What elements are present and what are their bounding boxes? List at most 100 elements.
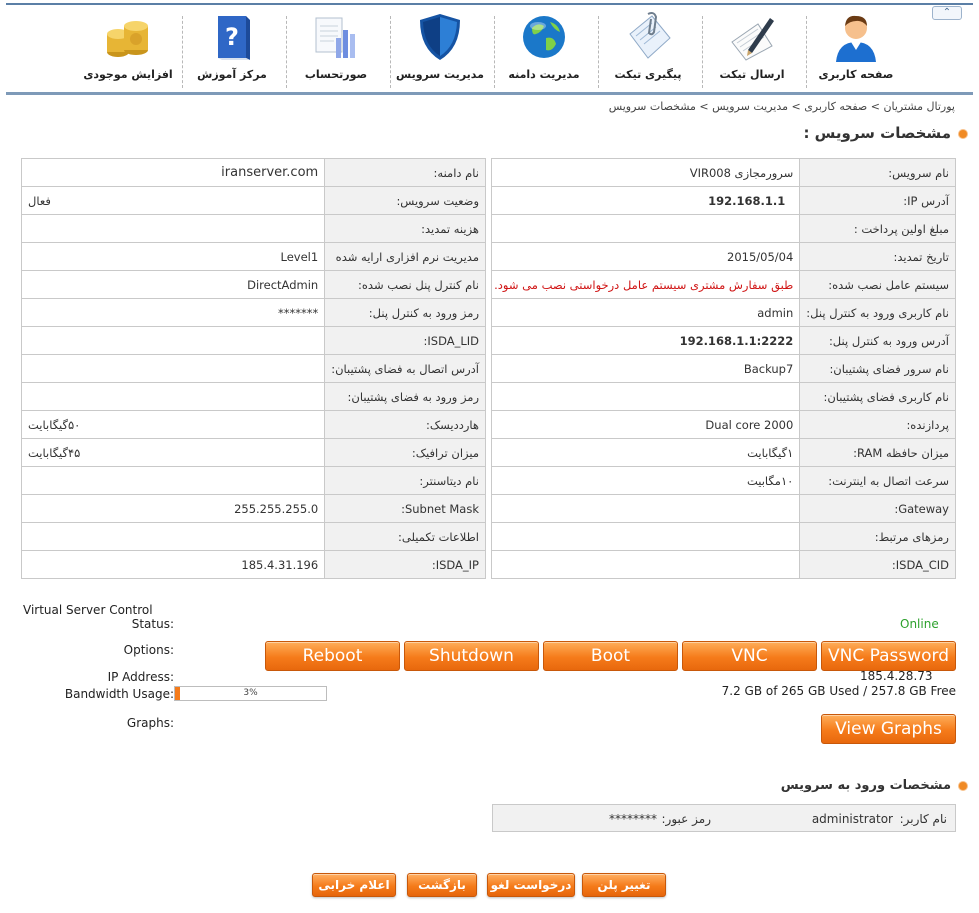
row-value: 192.168.1.1 [490, 186, 801, 215]
pen-paper-icon [731, 18, 774, 61]
cancel-request-button[interactable]: درخواست لغو [487, 873, 575, 897]
username-value: administrator [811, 812, 893, 826]
table-row: تاریخ تمدید: 2015/05/04 [490, 242, 956, 271]
row-value [20, 326, 326, 355]
row-value [20, 214, 326, 243]
table-row: هزینه تمدید: [20, 214, 486, 243]
nav-separator [182, 16, 183, 88]
table-row: نام سرویس: سرورمجازی VIR008 [490, 158, 956, 187]
table-row: نام کنترل پنل نصب شده: DirectAdmin [20, 270, 486, 299]
row-label: نام دامنه: [324, 158, 486, 187]
table-row: اطلاعات تکمیلی: [20, 522, 486, 551]
row-value [20, 466, 326, 495]
row-value: 185.4.31.196 [20, 550, 326, 579]
clipboard-clip-icon [629, 12, 671, 59]
row-value: Dual core 2000 [490, 410, 801, 439]
service-section-title: مشخصات سرویس : [803, 124, 967, 142]
service-info-table-left: نام دامنه: iranserver.com وضعیت سرویس: فعا… [20, 158, 486, 579]
table-row: وضعیت سرویس: فعال [20, 186, 486, 215]
table-row: میزان ترافیک: ۴۵گیگابایت [20, 438, 486, 467]
nav-item-user-page[interactable]: صفحه کاربری [804, 8, 908, 90]
nav-item-add-credit[interactable]: افزایش موجودی [76, 8, 180, 90]
table-row: رمزهای مرتبط: [490, 522, 956, 551]
row-label: اطلاعات تکمیلی: [324, 522, 486, 551]
table-row: نام سرور فضای پشتیبان: Backup7 [490, 354, 956, 383]
collapse-header-button[interactable]: ⌃ [932, 6, 962, 20]
nav-separator [286, 16, 287, 88]
nav-label: افزایش موجودی [83, 68, 173, 81]
row-label: آدرس IP: [799, 186, 956, 215]
nav-separator [390, 16, 391, 88]
shutdown-button[interactable]: Shutdown [404, 641, 539, 671]
row-label: Gateway: [799, 494, 956, 523]
row-value [490, 522, 801, 551]
bandwidth-label: Bandwidth Usage: [64, 687, 174, 701]
nav-item-training-center[interactable]: ? مرکز آموزش [180, 8, 284, 90]
nav-item-send-ticket[interactable]: ارسال تیکت [700, 8, 804, 90]
ip-address-label: IP Address: [107, 670, 174, 684]
nav-label: ارسال تیکت [719, 68, 785, 81]
row-value [20, 382, 326, 411]
row-label: هاردديسک: [324, 410, 486, 439]
options-label: Options: [123, 643, 174, 657]
row-value [20, 522, 326, 551]
nav-label: پیگیری تیکت [614, 68, 682, 81]
bullet-icon [959, 129, 967, 138]
view-graphs-button[interactable]: View Graphs [821, 714, 956, 744]
table-row: سرعت اتصال به اینترنت: ۱۰مگابیت [490, 466, 956, 495]
nav-item-track-ticket[interactable]: پیگیری تیکت [596, 8, 700, 90]
chevron-up-icon: ⌃ [942, 7, 952, 18]
row-label: نام دیتاسنتر: [324, 466, 486, 495]
row-value: Backup7 [490, 354, 801, 383]
row-value: فعال [20, 186, 326, 215]
row-value: 192.168.1.1:2222 [490, 326, 801, 355]
table-row: ISDA_LID: [20, 326, 486, 355]
reboot-button[interactable]: Reboot [265, 641, 400, 671]
change-plan-button[interactable]: تغییر پلن [582, 873, 666, 897]
row-label: هزینه تمدید: [324, 214, 486, 243]
nav-label: صورتحساب [304, 68, 368, 81]
nav-item-domain-management[interactable]: مدیریت دامنه [492, 8, 596, 90]
row-label: مبلغ اولین پرداخت : [799, 214, 956, 243]
vnc-password-button[interactable]: VNC Password [821, 641, 956, 671]
row-value: 255.255.255.0 [20, 494, 326, 523]
report-issue-button[interactable]: اعلام خرابی [312, 873, 396, 897]
row-value: Level1 [20, 242, 326, 271]
table-row: آدرس اتصال به فضای پشتیبان: [20, 354, 486, 383]
vnc-button[interactable]: VNC [682, 641, 817, 671]
row-label: میزان ترافیک: [324, 438, 486, 467]
password-label: رمز عبور: [661, 812, 711, 826]
row-label: Subnet Mask: [324, 494, 486, 523]
row-value: ۴۵گیگابایت [20, 438, 326, 467]
row-value [490, 494, 801, 523]
table-row: ISDA_IP: 185.4.31.196 [20, 550, 486, 579]
row-value: admin [490, 298, 801, 327]
table-row: رمز ورود به کنترل پنل: ******* [20, 298, 486, 327]
row-label: نام سرویس: [799, 158, 956, 187]
username-label: نام کاربر: [899, 812, 947, 826]
row-label: تاریخ تمدید: [799, 242, 956, 271]
table-row: رمز ورود به فضای پشتیبان: [20, 382, 486, 411]
nav-item-invoice[interactable]: صورتحساب [284, 8, 388, 90]
row-label: مدیریت نرم افزاری ارایه شده [324, 242, 486, 271]
row-label: رمز ورود به فضای پشتیبان: [324, 382, 486, 411]
shield-icon [420, 14, 460, 60]
boot-button[interactable]: Boot [543, 641, 678, 671]
bandwidth-percent-text: 3% [243, 688, 258, 698]
row-label: نام کاربری ورود به کنترل پنل: [799, 298, 956, 327]
nav-label: صفحه کاربری [818, 68, 894, 81]
row-value [490, 214, 801, 243]
row-value [490, 550, 801, 579]
row-value: ۵۰گیگابایت [20, 410, 326, 439]
invoice-chart-icon [315, 17, 355, 58]
row-label: نام کنترل پنل نصب شده: [324, 270, 486, 299]
nav-label: مرکز آموزش [197, 68, 267, 81]
row-value: ۱۰مگابیت [490, 466, 801, 495]
nav-label: مدیریت دامنه [508, 68, 580, 81]
back-button[interactable]: بازگشت [407, 873, 477, 897]
section-title-text: مشخصات ورود به سرویس [780, 778, 951, 793]
nav-divider [6, 92, 973, 95]
nav-item-service-management[interactable]: مدیریت سرویس [388, 8, 492, 90]
vsc-title: Virtual Server Control [23, 603, 153, 617]
row-label: ISDA_IP: [324, 550, 486, 579]
